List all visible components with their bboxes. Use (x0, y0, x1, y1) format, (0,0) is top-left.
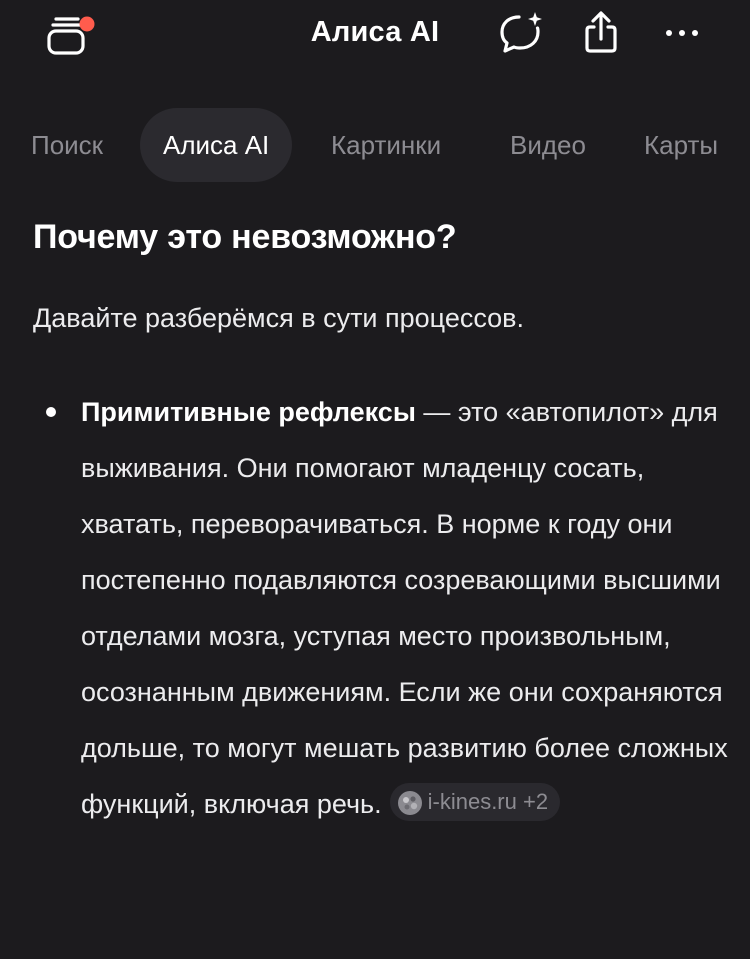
page-title: Алиса AI (310, 16, 440, 48)
chat-sparkle-icon[interactable] (498, 10, 548, 56)
tab-images[interactable]: Картинки (331, 108, 441, 182)
answer-heading: Почему это невозможно? (33, 218, 457, 256)
bullet-body: — это «автопилот» для выживания. Они пом… (81, 397, 728, 819)
top-bar: Алиса AI (0, 0, 750, 72)
source-label: i-kines.ru +2 (427, 788, 549, 814)
tab-video[interactable]: Видео (510, 108, 586, 182)
search-verticals: Поиск Алиса AI Картинки Видео Карты (0, 108, 750, 182)
answer-intro: Давайте разберёмся в сути процессов. (33, 303, 525, 333)
tab-maps[interactable]: Карты (644, 108, 718, 182)
bullet-term: Примитивные рефлексы (81, 397, 416, 427)
tab-alice-ai[interactable]: Алиса AI (140, 108, 293, 182)
bullet-marker (46, 407, 56, 417)
share-icon[interactable] (578, 10, 624, 56)
tab-search[interactable]: Поиск (31, 108, 103, 182)
source-favicon-icon (397, 789, 422, 816)
list-item: Примитивные рефлексы — это «автопилот» д… (81, 384, 741, 832)
source-chip[interactable]: i-kines.ru +2 (389, 782, 561, 821)
more-dots-icon[interactable] (660, 18, 704, 48)
